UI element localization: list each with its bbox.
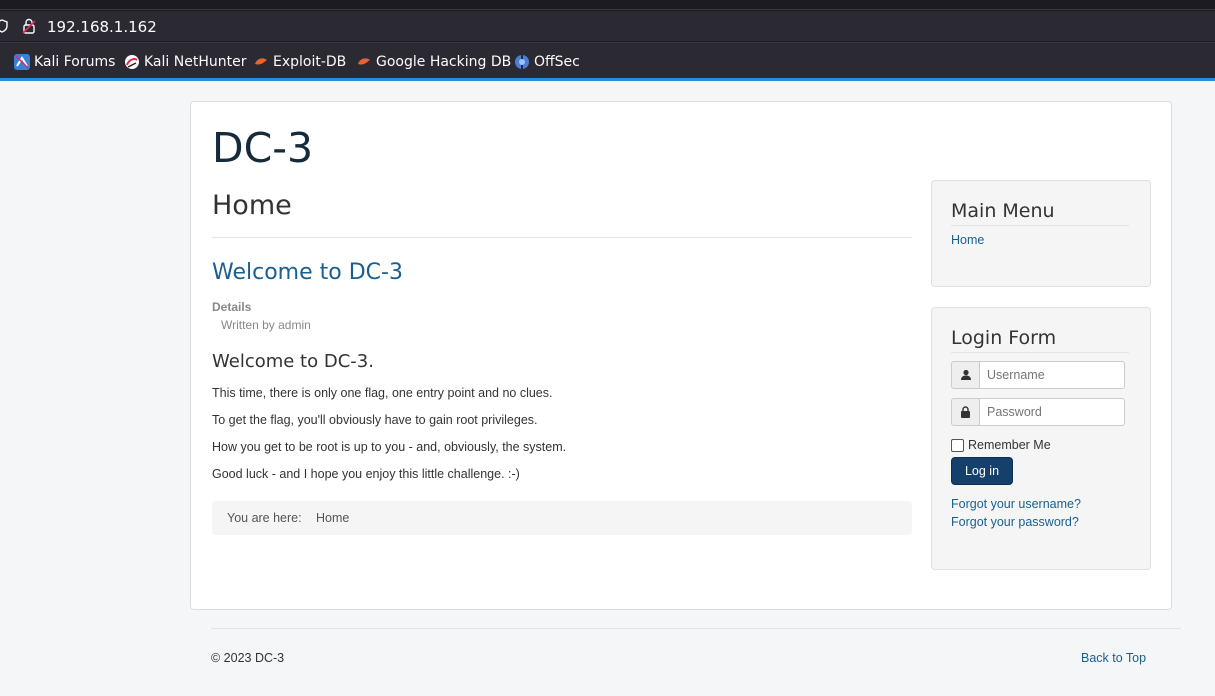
page-title: Home — [212, 190, 292, 221]
bookmarks-toolbar: Kali Forums Kali NetHunter Exploit-DB Go… — [0, 42, 1215, 78]
username-row — [951, 361, 1126, 389]
browser-title-strip — [0, 0, 1215, 10]
divider — [212, 237, 912, 238]
footer-copyright: © 2023 DC-3 — [211, 651, 285, 665]
bookmark-label: OffSec — [534, 54, 580, 70]
page-body: DC-3 Home Welcome to DC-3 Details Writte… — [0, 81, 1215, 696]
article-subheading: Welcome to DC-3. — [212, 351, 374, 372]
bookmark-label: Exploit-DB — [273, 54, 347, 70]
main-menu-panel: Main Menu Home — [931, 180, 1151, 287]
breadcrumb-prefix: You are here: — [227, 511, 302, 525]
forgot-username-link[interactable]: Forgot your username? — [951, 497, 1081, 511]
address-bar[interactable]: 192.168.1.162 — [0, 10, 1215, 42]
main-menu-title: Main Menu — [951, 200, 1055, 222]
google-hacking-db-icon — [358, 58, 370, 65]
login-form-title: Login Form — [951, 327, 1057, 349]
article-title-link[interactable]: Welcome to DC-3 — [212, 260, 403, 285]
url-box[interactable]: 192.168.1.162 — [0, 11, 1215, 41]
username-input[interactable] — [979, 361, 1125, 389]
article-paragraph: To get the flag, you'll obviously have t… — [212, 413, 538, 427]
password-row — [951, 398, 1126, 426]
site-brand[interactable]: DC-3 — [212, 124, 313, 172]
bookmark-google-hacking-db[interactable]: Google Hacking DB — [356, 52, 511, 72]
breadcrumb-current: Home — [316, 511, 350, 525]
password-input[interactable] — [979, 398, 1125, 426]
bookmark-kali-nethunter[interactable]: Kali NetHunter — [124, 52, 246, 72]
menu-item-home[interactable]: Home — [951, 233, 984, 247]
lock-insecure-icon[interactable] — [22, 18, 36, 34]
divider — [951, 352, 1129, 353]
details-label: Details — [212, 300, 252, 314]
bookmark-exploit-db[interactable]: Exploit-DB — [253, 52, 346, 72]
bookmark-label: Google Hacking DB — [376, 54, 512, 70]
remember-me-label[interactable]: Remember Me — [968, 438, 1051, 452]
back-to-top-link[interactable]: Back to Top — [1081, 651, 1146, 665]
lock-icon — [951, 398, 980, 426]
shield-icon[interactable] — [0, 19, 8, 33]
bookmark-label: Kali Forums — [34, 54, 116, 70]
forgot-password-link[interactable]: Forgot your password? — [951, 515, 1079, 529]
bookmark-kali-forums[interactable]: Kali Forums — [14, 52, 115, 72]
article-paragraph: How you get to be root is up to you - an… — [212, 440, 567, 454]
remember-me[interactable]: Remember Me — [951, 438, 1051, 452]
bookmark-label: Kali NetHunter — [144, 54, 247, 70]
divider — [951, 225, 1129, 226]
offsec-icon — [515, 55, 529, 69]
kali-nethunter-icon — [125, 55, 139, 69]
login-form-panel: Login Form Remember Me Log in Forgot you… — [931, 307, 1151, 570]
exploit-db-icon — [255, 58, 267, 65]
kali-forums-icon — [14, 54, 30, 70]
author-info: Written by admin — [221, 318, 311, 332]
content-card: DC-3 Home Welcome to DC-3 Details Writte… — [190, 101, 1172, 610]
url-text[interactable]: 192.168.1.162 — [47, 18, 157, 36]
article-paragraph: This time, there is only one flag, one e… — [212, 386, 553, 400]
footer-divider — [211, 628, 1181, 629]
user-icon — [951, 361, 980, 389]
bookmark-offsec[interactable]: OffSec — [514, 52, 580, 72]
breadcrumb: You are here: Home — [212, 501, 912, 535]
remember-me-checkbox[interactable] — [951, 438, 964, 452]
login-button[interactable]: Log in — [951, 457, 1013, 485]
article-paragraph: Good luck - and I hope you enjoy this li… — [212, 467, 520, 481]
